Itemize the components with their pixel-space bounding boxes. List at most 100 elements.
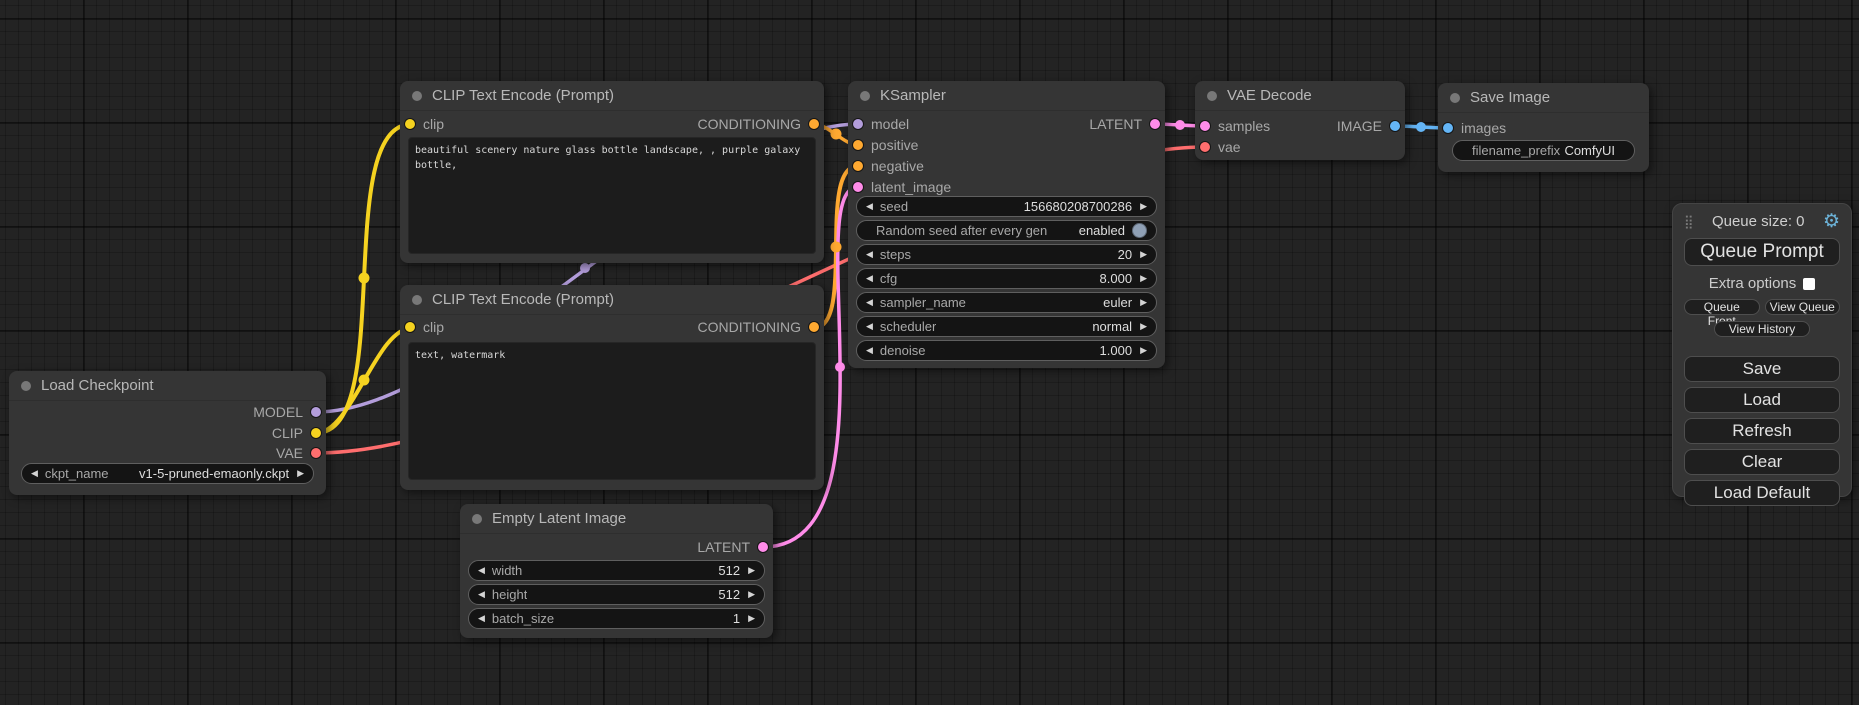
node-save-image[interactable]: Save Image images filename_prefix ComfyU… [1438,83,1649,172]
slot-dot[interactable] [311,428,321,438]
slot-dot[interactable] [1150,119,1160,129]
slot-dot[interactable] [1200,142,1210,152]
input-slot-positive[interactable]: positive [853,137,918,153]
refresh-button[interactable]: Refresh [1684,418,1840,444]
slot-dot[interactable] [853,140,863,150]
increment-icon[interactable]: ▶ [1140,346,1147,355]
view-queue-button[interactable]: View Queue [1765,299,1841,315]
decrement-icon[interactable]: ◀ [866,322,873,331]
slot-dot[interactable] [311,407,321,417]
node-collapse-dot[interactable] [412,91,422,101]
output-slot-clip[interactable]: CLIP [272,425,321,441]
clear-button[interactable]: Clear [1684,449,1840,475]
slot-dot[interactable] [405,119,415,129]
increment-icon[interactable]: ▶ [748,566,755,575]
slot-dot[interactable] [1443,123,1453,133]
input-slot-clip[interactable]: clip [405,319,444,335]
increment-icon[interactable]: ▶ [1140,322,1147,331]
slot-dot[interactable] [1390,121,1400,131]
decrement-icon[interactable]: ◀ [866,202,873,211]
output-slot-vae[interactable]: VAE [276,445,321,461]
positive-prompt-textarea[interactable]: beautiful scenery nature glass bottle la… [408,137,816,254]
slot-dot[interactable] [1200,121,1210,131]
slot-dot[interactable] [853,182,863,192]
node-titlebar[interactable]: VAE Decode [1195,81,1405,111]
widget-seed[interactable]: ◀ seed 156680208700286 ▶ [856,196,1157,217]
output-slot-model[interactable]: MODEL [253,404,321,420]
node-titlebar[interactable]: CLIP Text Encode (Prompt) [400,285,824,315]
decrement-icon[interactable]: ◀ [478,566,485,575]
decrement-icon[interactable]: ◀ [866,250,873,259]
decrement-icon[interactable]: ◀ [31,469,38,478]
widget-steps[interactable]: ◀ steps 20 ▶ [856,244,1157,265]
decrement-icon[interactable]: ◀ [866,274,873,283]
increment-icon[interactable]: ▶ [297,469,304,478]
widget-height[interactable]: ◀ height 512 ▶ [468,584,765,605]
slot-dot[interactable] [853,119,863,129]
output-slot-latent[interactable]: LATENT [1089,116,1160,132]
decrement-icon[interactable]: ◀ [478,614,485,623]
node-load-checkpoint[interactable]: Load Checkpoint MODEL CLIP VAE ◀ ckpt_na… [9,371,326,495]
node-clip-text-encode-negative[interactable]: CLIP Text Encode (Prompt) clip CONDITION… [400,285,824,490]
slot-dot[interactable] [853,161,863,171]
node-titlebar[interactable]: CLIP Text Encode (Prompt) [400,81,824,111]
extra-options-checkbox[interactable] [1803,278,1815,290]
node-collapse-dot[interactable] [472,514,482,524]
node-vae-decode[interactable]: VAE Decode samples vae IMAGE [1195,81,1405,160]
increment-icon[interactable]: ▶ [748,614,755,623]
queue-front-button[interactable]: Queue Front [1684,299,1760,315]
slot-dot[interactable] [809,322,819,332]
output-slot-latent[interactable]: LATENT [697,539,768,555]
node-collapse-dot[interactable] [412,295,422,305]
load-default-button[interactable]: Load Default [1684,480,1840,506]
decrement-icon[interactable]: ◀ [866,346,873,355]
increment-icon[interactable]: ▶ [748,590,755,599]
node-titlebar[interactable]: Empty Latent Image [460,504,773,534]
widget-ckpt-name[interactable]: ◀ ckpt_name v1-5-pruned-emaonly.ckpt ▶ [21,463,314,484]
widget-scheduler[interactable]: ◀ scheduler normal ▶ [856,316,1157,337]
drag-handle-icon[interactable]: ⣿ [1684,215,1694,228]
input-slot-latent-image[interactable]: latent_image [853,179,951,195]
node-collapse-dot[interactable] [21,381,31,391]
negative-prompt-textarea[interactable]: text, watermark [408,342,816,480]
increment-icon[interactable]: ▶ [1140,298,1147,307]
node-empty-latent-image[interactable]: Empty Latent Image LATENT ◀ width 512 ▶ … [460,504,773,638]
node-ksampler[interactable]: KSampler model positive negative latent_… [848,81,1165,368]
widget-sampler-name[interactable]: ◀ sampler_name euler ▶ [856,292,1157,313]
increment-icon[interactable]: ▶ [1140,202,1147,211]
save-button[interactable]: Save [1684,356,1840,382]
toggle-dot[interactable] [1132,223,1147,238]
node-collapse-dot[interactable] [860,91,870,101]
widget-cfg[interactable]: ◀ cfg 8.000 ▶ [856,268,1157,289]
output-slot-conditioning[interactable]: CONDITIONING [698,116,819,132]
input-slot-negative[interactable]: negative [853,158,924,174]
input-slot-model[interactable]: model [853,116,909,132]
node-titlebar[interactable]: Load Checkpoint [9,371,326,401]
node-titlebar[interactable]: Save Image [1438,83,1649,113]
widget-random-seed-toggle[interactable]: Random seed after every gen enabled [856,220,1157,241]
slot-dot[interactable] [405,322,415,332]
node-collapse-dot[interactable] [1207,91,1217,101]
settings-gear-icon[interactable]: ⚙ [1823,212,1840,231]
node-titlebar[interactable]: KSampler [848,81,1165,111]
input-slot-samples[interactable]: samples [1200,118,1270,134]
widget-width[interactable]: ◀ width 512 ▶ [468,560,765,581]
increment-icon[interactable]: ▶ [1140,274,1147,283]
input-slot-images[interactable]: images [1443,120,1506,136]
output-slot-image[interactable]: IMAGE [1337,118,1400,134]
load-button[interactable]: Load [1684,387,1840,413]
decrement-icon[interactable]: ◀ [866,298,873,307]
queue-prompt-button[interactable]: Queue Prompt [1684,238,1840,266]
slot-dot[interactable] [809,119,819,129]
widget-denoise[interactable]: ◀ denoise 1.000 ▶ [856,340,1157,361]
output-slot-conditioning[interactable]: CONDITIONING [698,319,819,335]
widget-batch-size[interactable]: ◀ batch_size 1 ▶ [468,608,765,629]
node-clip-text-encode-positive[interactable]: CLIP Text Encode (Prompt) clip CONDITION… [400,81,824,263]
slot-dot[interactable] [311,448,321,458]
decrement-icon[interactable]: ◀ [478,590,485,599]
widget-filename-prefix[interactable]: filename_prefix ComfyUI [1452,140,1635,161]
increment-icon[interactable]: ▶ [1140,250,1147,259]
view-history-button[interactable]: View History [1714,321,1810,337]
input-slot-clip[interactable]: clip [405,116,444,132]
node-collapse-dot[interactable] [1450,93,1460,103]
